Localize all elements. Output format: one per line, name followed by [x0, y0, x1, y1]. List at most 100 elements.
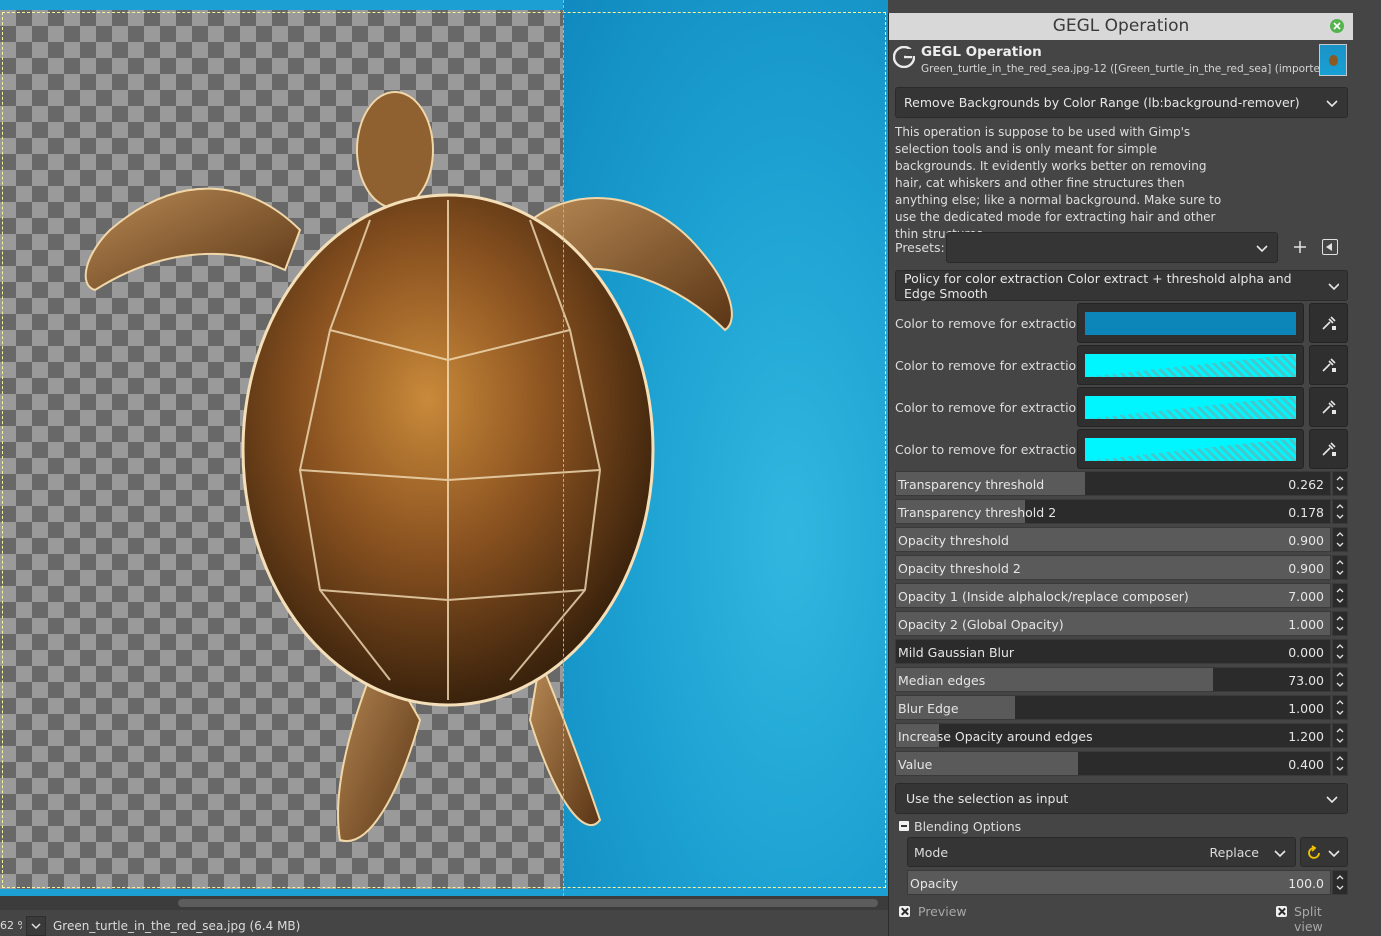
spin-arrows[interactable]: [1332, 667, 1348, 692]
color-swatch-button[interactable]: [1077, 387, 1304, 427]
composite-mode-button[interactable]: [1300, 837, 1348, 867]
mode-value: Replace: [1209, 845, 1259, 860]
color-swatch-button[interactable]: [1077, 303, 1304, 343]
slider-opacity-threshold-2[interactable]: Opacity threshold 2 0.900: [895, 555, 1348, 580]
operation-combo[interactable]: Remove Backgrounds by Color Range (lb:ba…: [895, 87, 1348, 118]
close-button[interactable]: [1330, 19, 1344, 33]
chevron-down-icon: [1327, 282, 1339, 290]
spin-arrows[interactable]: [1332, 870, 1348, 895]
horizontal-scrollbar[interactable]: [0, 896, 888, 910]
slider-bar[interactable]: Transparency threshold 0.262: [895, 471, 1331, 496]
color-label: Color to remove for extraction 1: [895, 316, 1097, 331]
gegl-logo-icon: [893, 46, 915, 68]
slider-value[interactable]: 0.900: [1288, 533, 1324, 548]
slider-value[interactable]: 1.000: [1288, 617, 1324, 632]
slider-bar[interactable]: Blur Edge 1.000: [895, 695, 1331, 720]
slider-bar[interactable]: Opacity threshold 2 0.900: [895, 555, 1331, 580]
chevron-down-icon: [1326, 795, 1338, 803]
slider-bar[interactable]: Opacity 1 (Inside alphalock/replace comp…: [895, 583, 1331, 608]
slider-value[interactable]: 0.000: [1288, 645, 1324, 660]
scrollbar-thumb[interactable]: [178, 899, 878, 907]
split-view-label[interactable]: Split view: [1294, 904, 1353, 934]
split-view-line[interactable]: [563, 0, 564, 896]
chevron-down-icon: [1328, 850, 1340, 858]
spin-arrows[interactable]: [1332, 723, 1348, 748]
slider-opacity-1[interactable]: Opacity 1 (Inside alphalock/replace comp…: [895, 583, 1348, 608]
slider-opacity-threshold[interactable]: Opacity threshold 0.900: [895, 527, 1348, 552]
up-down-arrows-icon: [1336, 672, 1344, 687]
slider-label: Transparency threshold 2: [898, 505, 1057, 520]
gegl-operation-dialog: GEGL Operation GEGL Operation Green_turt…: [888, 13, 1353, 936]
input-combo-value: Use the selection as input: [906, 791, 1069, 806]
spin-arrows[interactable]: [1332, 583, 1348, 608]
up-down-arrows-icon: [1336, 504, 1344, 519]
color-swatch: [1085, 354, 1296, 377]
presets-combo[interactable]: [946, 232, 1278, 263]
slider-value[interactable]: 0.900: [1288, 561, 1324, 576]
policy-combo[interactable]: Policy for color extraction Color extrac…: [895, 270, 1348, 301]
slider-value[interactable]: 100.0: [1288, 876, 1324, 891]
slider-transparency-threshold[interactable]: Transparency threshold 0.262: [895, 471, 1348, 496]
spin-arrows[interactable]: [1332, 695, 1348, 720]
slider-opacity-2[interactable]: Opacity 2 (Global Opacity) 1.000: [895, 611, 1348, 636]
slider-increase-opacity-edges[interactable]: Increase Opacity around edges 1.200: [895, 723, 1348, 748]
slider-label: Increase Opacity around edges: [898, 729, 1093, 744]
preview-checkbox[interactable]: [899, 906, 910, 917]
slider-mild-gaussian-blur[interactable]: Mild Gaussian Blur 0.000: [895, 639, 1348, 664]
presets-menu-button[interactable]: [1322, 239, 1338, 255]
slider-bar[interactable]: Value 0.400: [895, 751, 1331, 776]
spin-arrows[interactable]: [1332, 751, 1348, 776]
spin-arrows[interactable]: [1332, 471, 1348, 496]
slider-value[interactable]: 0.178: [1288, 505, 1324, 520]
slider-bar[interactable]: Opacity threshold 0.900: [895, 527, 1331, 552]
slider-value[interactable]: 1.000: [1288, 701, 1324, 716]
slider-value[interactable]: 1.200: [1288, 729, 1324, 744]
window-titlebar[interactable]: GEGL Operation: [889, 13, 1353, 40]
input-combo[interactable]: Use the selection as input: [895, 783, 1348, 814]
split-view-checkbox[interactable]: [1276, 906, 1287, 917]
slider-value[interactable]: Value 0.400: [895, 751, 1348, 776]
color-picker-button[interactable]: [1309, 303, 1348, 343]
mode-combo[interactable]: Mode Replace: [907, 837, 1296, 867]
slider-blend-opacity[interactable]: Opacity 100.0: [907, 870, 1348, 895]
slider-value[interactable]: 7.000: [1288, 589, 1324, 604]
slider-bar[interactable]: Mild Gaussian Blur 0.000: [895, 639, 1331, 664]
slider-value[interactable]: 0.262: [1288, 477, 1324, 492]
slider-bar[interactable]: Median edges 73.00: [895, 667, 1331, 692]
up-down-arrows-icon: [1336, 728, 1344, 743]
slider-value[interactable]: 73.00: [1288, 673, 1324, 688]
reset-icon: [1308, 845, 1320, 859]
preview-label[interactable]: Preview: [918, 904, 967, 919]
spin-arrows[interactable]: [1332, 499, 1348, 524]
spin-arrows[interactable]: [1332, 611, 1348, 636]
blending-options-toggle[interactable]: [899, 821, 909, 831]
add-preset-button[interactable]: [1291, 236, 1309, 258]
slider-value[interactable]: 0.400: [1288, 757, 1324, 772]
color-picker-button[interactable]: [1309, 387, 1348, 427]
blending-options-label[interactable]: Blending Options: [914, 819, 1021, 834]
slider-label: Opacity threshold 2: [898, 561, 1021, 576]
color-row-4: Color to remove for extraction 4: [895, 429, 1348, 469]
color-swatch: [1085, 312, 1296, 335]
slider-blur-edge[interactable]: Blur Edge 1.000: [895, 695, 1348, 720]
spin-arrows[interactable]: [1332, 639, 1348, 664]
color-label: Color to remove for extraction 2: [895, 358, 1097, 373]
color-picker-button[interactable]: [1309, 429, 1348, 469]
slider-label: Opacity 2 (Global Opacity): [898, 617, 1064, 632]
window-title: GEGL Operation: [1052, 16, 1190, 36]
spin-arrows[interactable]: [1332, 527, 1348, 552]
slider-bar[interactable]: Transparency threshold 2 0.178: [895, 499, 1331, 524]
image-canvas[interactable]: [0, 0, 888, 896]
zoom-dropdown-button[interactable]: [26, 915, 46, 936]
spin-arrows[interactable]: [1332, 555, 1348, 580]
color-swatch-button[interactable]: [1077, 429, 1304, 469]
up-down-arrows-icon: [1336, 756, 1344, 771]
operation-description: This operation is suppose to be used wit…: [895, 125, 1222, 241]
color-swatch-button[interactable]: [1077, 345, 1304, 385]
slider-median-edges[interactable]: Median edges 73.00: [895, 667, 1348, 692]
slider-bar[interactable]: Opacity 100.0: [907, 870, 1331, 895]
color-picker-button[interactable]: [1309, 345, 1348, 385]
slider-bar[interactable]: Increase Opacity around edges 1.200: [895, 723, 1331, 748]
slider-bar[interactable]: Opacity 2 (Global Opacity) 1.000: [895, 611, 1331, 636]
slider-transparency-threshold-2[interactable]: Transparency threshold 2 0.178: [895, 499, 1348, 524]
